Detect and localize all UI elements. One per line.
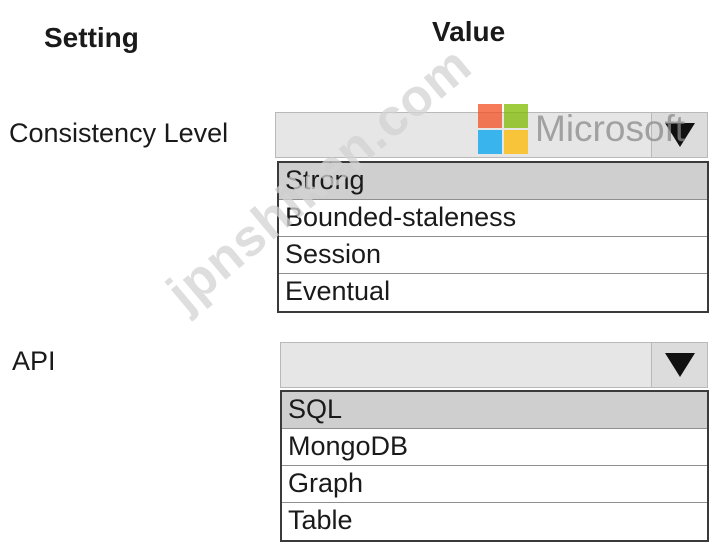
logo-square-yellow <box>504 130 528 154</box>
api-dropdown-button[interactable] <box>651 343 707 387</box>
consistency-level-label: Consistency Level <box>9 118 229 148</box>
logo-square-green <box>504 104 528 128</box>
api-label: API <box>12 346 56 376</box>
setting-column-header: Setting <box>44 22 139 53</box>
consistency-option-eventual[interactable]: Eventual <box>279 274 707 311</box>
consistency-option-session[interactable]: Session <box>279 237 707 274</box>
api-option-sql[interactable]: SQL <box>282 392 707 429</box>
api-option-graph[interactable]: Graph <box>282 466 707 503</box>
api-option-table[interactable]: Table <box>282 503 707 540</box>
logo-square-blue <box>478 130 502 154</box>
api-option-mongodb[interactable]: MongoDB <box>282 429 707 466</box>
logo-square-red <box>478 104 502 128</box>
api-options-list: SQL MongoDB Graph Table <box>280 390 709 542</box>
triangle-down-icon <box>664 353 695 377</box>
consistency-option-bounded-staleness[interactable]: Bounded-staleness <box>279 200 707 237</box>
microsoft-logo-icon <box>478 104 528 154</box>
microsoft-watermark-text: Microsoft <box>535 108 686 149</box>
microsoft-watermark-logo: Microsoft <box>478 104 685 154</box>
api-dropdown[interactable] <box>280 342 708 388</box>
